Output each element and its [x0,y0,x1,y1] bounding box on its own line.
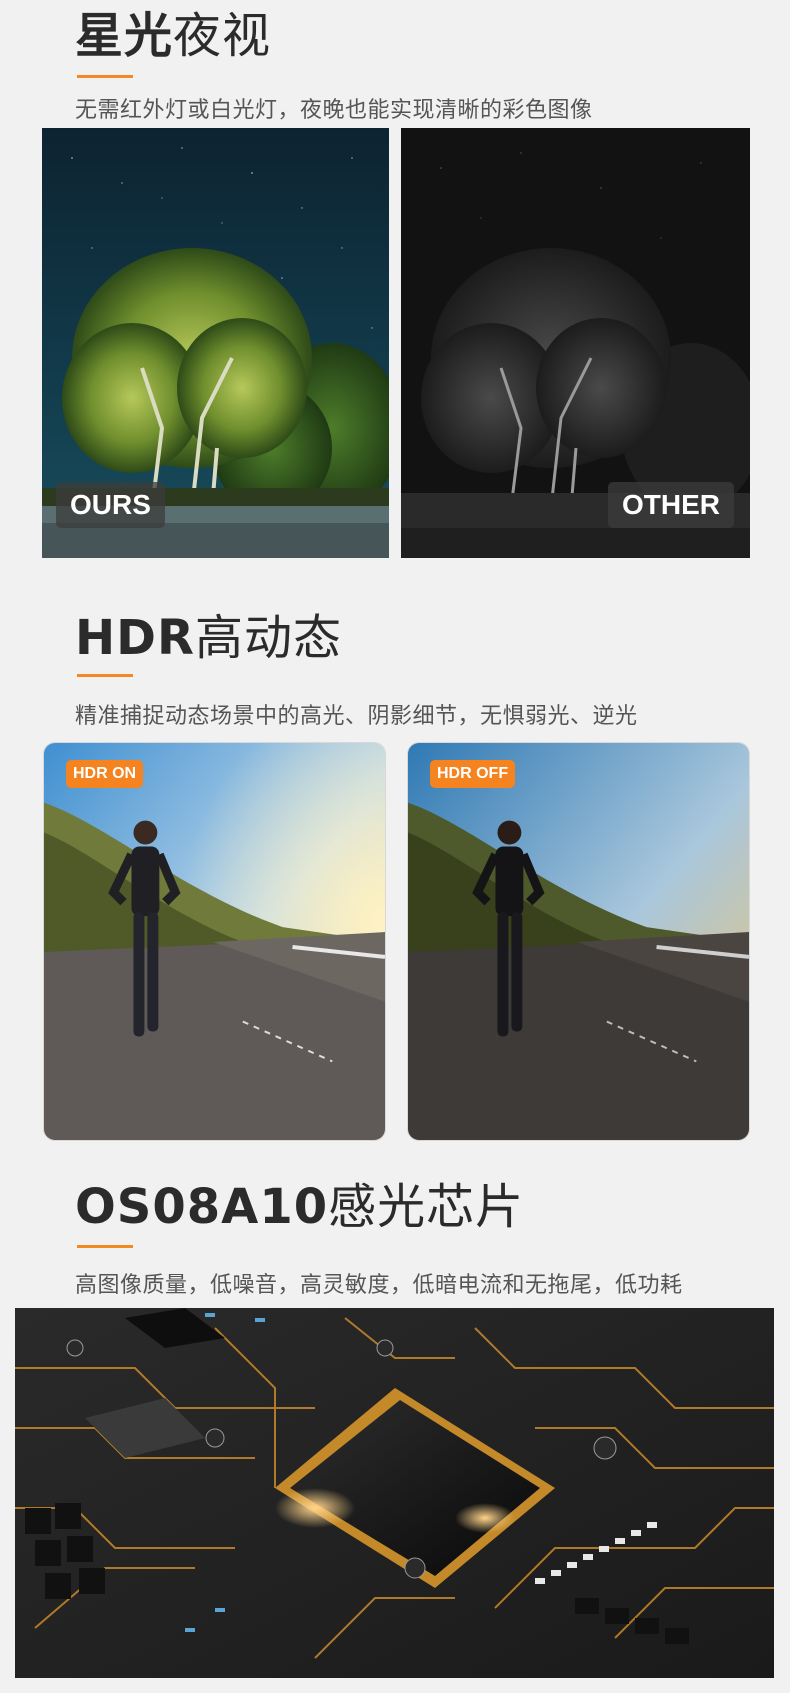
night-title-rest: 夜视 [173,8,272,64]
hdr-photo-off: HDR OFF [407,742,750,1141]
night-subtitle: 无需红外灯或白光灯，夜晚也能实现清晰的彩色图像 [75,98,593,123]
circuit-board-photo [15,1308,774,1678]
hdr-accent-line [77,674,133,677]
hdr-subtitle: 精准捕捉动态场景中的高光、阴影细节，无惧弱光、逆光 [75,704,638,729]
hdr-title-rest: 高动态 [194,610,342,666]
tag-hdr-on: HDR ON [66,760,144,788]
sensor-subtitle: 高图像质量，低噪音，高灵敏度，低暗电流和无拖尾，低功耗 [75,1273,683,1298]
sensor-title-bold: OS08A10 [75,1179,329,1235]
sensor-section-title: OS08A10感光芯片 [75,1183,524,1231]
sensor-title-rest: 感光芯片 [328,1179,525,1235]
sensor-accent-line [77,1245,133,1248]
hdr-section-title: HDR高动态 [75,614,342,662]
hdr-title-bold: HDR [75,610,195,666]
night-photo-ours: OURS [42,128,389,558]
tag-other: OTHER [608,482,734,528]
night-title-bold: 星光 [75,8,174,64]
tag-hdr-off: HDR OFF [430,760,516,788]
night-section-title: 星光夜视 [75,12,271,60]
tag-ours: OURS [56,482,165,528]
night-accent-line [77,75,133,78]
hdr-photo-on: HDR ON [43,742,386,1141]
night-photo-other: OTHER [401,128,750,558]
